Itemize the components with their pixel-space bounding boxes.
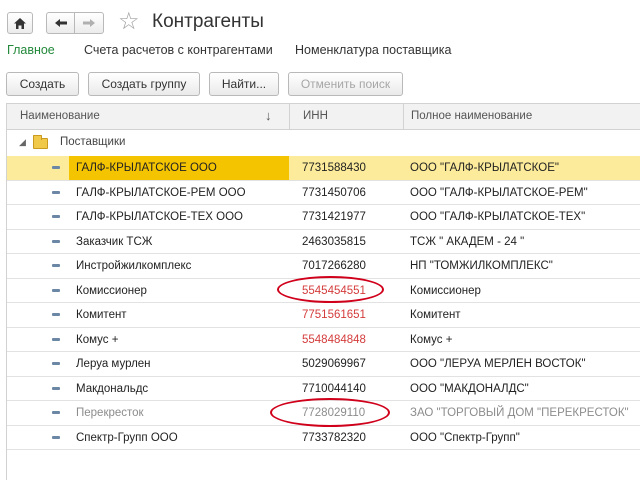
tab-main[interactable]: Главное	[7, 43, 55, 57]
cell-inn: 7731421977	[302, 211, 366, 223]
table-row[interactable]: Комиссионер 5545454551 Комиссионер	[7, 279, 640, 303]
cell-full-name: НП "ТОМЖИЛКОМПЛЕКС"	[410, 260, 553, 272]
cell-inn: 2463035815	[302, 235, 366, 248]
cell-name: Заказчик ТСЖ	[76, 235, 153, 248]
item-marker-icon	[52, 190, 60, 194]
item-marker-icon	[52, 288, 60, 292]
cell-name: ГАЛФ-КРЫЛАТСКОЕ ООО	[69, 156, 289, 180]
cell-full-name: ООО "ГАЛФ-КРЫЛАТСКОЕ"	[410, 162, 559, 174]
cell-name: Инстройжилкомплекс	[76, 260, 192, 272]
table-row[interactable]: ГАЛФ-КРЫЛАТСКОЕ-РЕМ ООО 7731450706 ООО "ГА…	[7, 181, 640, 205]
create-group-button[interactable]: Создать группу	[88, 72, 200, 96]
forward-button[interactable]	[74, 12, 104, 34]
item-marker-icon	[52, 435, 60, 439]
item-marker-icon	[52, 411, 60, 414]
arrow-left-icon	[54, 19, 67, 27]
group-label: Поставщики	[60, 136, 126, 148]
cell-full-name: ТСЖ " АКАДЕМ - 24 "	[410, 235, 525, 248]
tab-supplier-nomenclature[interactable]: Номенклатура поставщика	[295, 43, 451, 57]
home-button[interactable]	[7, 12, 33, 34]
cell-inn: 7017266280	[302, 260, 366, 272]
table-row[interactable]: Макдональдс 7710044140 ООО "МАКДОНАЛДС"	[7, 377, 640, 401]
cell-inn: 7731450706	[302, 186, 366, 199]
home-icon	[14, 17, 26, 29]
column-header-name[interactable]: Наименование	[20, 110, 100, 122]
column-divider	[403, 104, 404, 130]
column-header-full-name[interactable]: Полное наименование	[411, 110, 532, 122]
cell-inn: 7733782320	[302, 431, 366, 444]
table-header: Наименование ↓ ИНН Полное наименование	[7, 104, 640, 130]
cell-full-name: Комус +	[410, 333, 453, 346]
cell-inn: 7728029110	[302, 407, 366, 419]
cell-inn: 7710044140	[302, 382, 366, 395]
item-marker-icon	[52, 166, 60, 169]
cell-name: ГАЛФ-КРЫЛАТСКОЕ-РЕМ ООО	[76, 186, 246, 199]
cell-name: Комус +	[76, 333, 119, 346]
cell-name: Комиссионер	[76, 284, 147, 297]
cell-full-name: ООО "Спектр-Групп"	[410, 431, 520, 444]
table-row[interactable]: ГАЛФ-КРЫЛАТСКОЕ ООО 7731588430 ООО "ГАЛФ-К…	[7, 156, 640, 181]
table-row[interactable]: Заказчик ТСЖ 2463035815 ТСЖ " АКАДЕМ - 24 …	[7, 230, 640, 254]
cell-full-name: Комитент	[410, 309, 461, 321]
cell-full-name: Комиссионер	[410, 284, 481, 297]
cell-inn: 7751561651	[302, 309, 366, 321]
column-divider	[289, 104, 290, 130]
table-row[interactable]: ГАЛФ-КРЫЛАТСКОЕ-ТЕХ ООО 7731421977 ООО "ГА…	[7, 205, 640, 230]
cell-full-name: ООО "ГАЛФ-КРЫЛАТСКОЕ-РЕМ"	[410, 186, 588, 199]
table-row[interactable]: Комитент 7751561651 Комитент	[7, 303, 640, 328]
find-button[interactable]: Найти...	[209, 72, 279, 96]
table-row[interactable]: Перекресток 7728029110 ЗАО "ТОРГОВЫЙ ДОМ "…	[7, 401, 640, 426]
table-row[interactable]: Комус + 5548484848 Комус +	[7, 328, 640, 352]
table-row[interactable]: Леруа мурлен 5029069967 ООО "ЛЕРУА МЕРЛЕН …	[7, 352, 640, 377]
group-row-suppliers[interactable]: ◢ Поставщики	[7, 131, 640, 155]
column-header-inn[interactable]: ИНН	[303, 110, 328, 122]
item-marker-icon	[52, 337, 60, 341]
arrow-right-icon	[83, 19, 95, 27]
tab-settlement-accounts[interactable]: Счета расчетов с контрагентами	[84, 43, 273, 57]
page-title: Контрагенты	[152, 11, 264, 32]
sort-down-icon[interactable]: ↓	[265, 108, 272, 123]
item-marker-icon	[52, 362, 60, 365]
item-marker-icon	[52, 386, 60, 390]
back-button[interactable]	[46, 12, 75, 34]
cell-inn: 7731588430	[302, 162, 366, 174]
cell-name: Макдональдс	[76, 382, 149, 395]
cell-full-name: ООО "ГАЛФ-КРЫЛАТСКОЕ-ТЕХ"	[410, 211, 586, 223]
cell-full-name: ЗАО "ТОРГОВЫЙ ДОМ "ПЕРЕКРЕСТОК"	[410, 407, 629, 419]
cancel-search-button: Отменить поиск	[288, 72, 403, 96]
cell-full-name: ООО "МАКДОНАЛДС"	[410, 382, 529, 395]
item-marker-icon	[52, 264, 60, 267]
expand-triangle-icon[interactable]: ◢	[19, 137, 26, 148]
cell-inn: 5029069967	[302, 358, 366, 370]
cell-name: ГАЛФ-КРЫЛАТСКОЕ-ТЕХ ООО	[76, 211, 243, 223]
cell-name: Спектр-Групп ООО	[76, 431, 178, 444]
cell-name: Леруа мурлен	[76, 358, 151, 370]
cell-inn: 5548484848	[302, 333, 366, 346]
create-button[interactable]: Создать	[6, 72, 79, 96]
star-icon[interactable]: ☆	[118, 8, 140, 36]
item-marker-icon	[52, 313, 60, 316]
cell-name: Комитент	[76, 309, 127, 321]
table-row[interactable]: Инстройжилкомплекс 7017266280 НП "ТОМЖИЛКО…	[7, 254, 640, 279]
folder-icon	[33, 135, 48, 149]
cell-full-name: ООО "ЛЕРУА МЕРЛЕН ВОСТОК"	[410, 358, 586, 370]
cell-name: Перекресток	[76, 407, 144, 419]
table-row[interactable]: Спектр-Групп ООО 7733782320 ООО "Спектр-Гр…	[7, 426, 640, 450]
item-marker-icon	[52, 215, 60, 218]
cell-inn: 5545454551	[302, 284, 366, 297]
item-marker-icon	[52, 239, 60, 243]
counterparties-table[interactable]: Наименование ↓ ИНН Полное наименование ◢…	[6, 103, 640, 480]
title-bar: ☆ Контрагенты	[0, 0, 640, 42]
